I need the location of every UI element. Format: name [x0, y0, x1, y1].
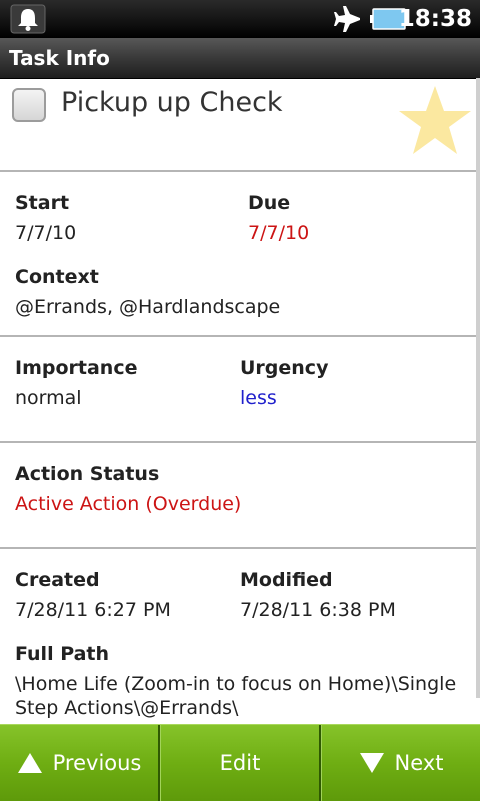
triangle-up-icon — [17, 753, 42, 773]
next-button[interactable]: Next — [322, 725, 480, 801]
scrollbar[interactable] — [476, 78, 480, 698]
full-path-label: Full Path — [15, 643, 110, 665]
divider — [0, 547, 480, 549]
status-bar: 18:38 — [0, 0, 480, 38]
star-icon[interactable] — [397, 84, 473, 158]
action-status-label: Action Status — [15, 463, 160, 485]
urgency-value: less — [240, 387, 277, 409]
task-complete-checkbox[interactable] — [12, 88, 46, 122]
notification-bell-icon[interactable] — [10, 4, 46, 34]
created-label: Created — [15, 569, 100, 591]
start-value: 7/7/10 — [15, 222, 77, 244]
previous-label: Previous — [52, 751, 142, 775]
divider — [0, 170, 480, 172]
next-label: Next — [394, 751, 444, 775]
urgency-label: Urgency — [240, 357, 329, 379]
importance-label: Importance — [15, 357, 138, 379]
due-value: 7/7/10 — [248, 222, 310, 244]
divider — [0, 441, 480, 443]
title-bar: Task Info — [0, 38, 480, 79]
importance-value: normal — [15, 387, 82, 409]
modified-value: 7/28/11 6:38 PM — [240, 599, 396, 621]
start-label: Start — [15, 192, 70, 214]
edit-button[interactable]: Edit — [161, 725, 319, 801]
previous-button[interactable]: Previous — [0, 725, 158, 801]
clock-time: 18:38 — [398, 6, 472, 32]
context-label: Context — [15, 266, 99, 288]
action-status-value: Active Action (Overdue) — [15, 493, 242, 515]
modified-label: Modified — [240, 569, 333, 591]
task-name: Pickup up Check — [61, 87, 283, 118]
created-value: 7/28/11 6:27 PM — [15, 599, 171, 621]
edit-label: Edit — [219, 751, 261, 775]
context-value: @Errands, @Hardlandscape — [15, 296, 281, 318]
triangle-down-icon — [359, 753, 384, 773]
page-title: Task Info — [9, 46, 110, 70]
due-label: Due — [248, 192, 291, 214]
full-path-value: \Home Life (Zoom-in to focus on Home)\Si… — [15, 673, 457, 719]
divider — [0, 335, 480, 337]
bottom-action-bar: Previous Edit Next — [0, 724, 480, 801]
airplane-mode-icon — [334, 6, 360, 32]
